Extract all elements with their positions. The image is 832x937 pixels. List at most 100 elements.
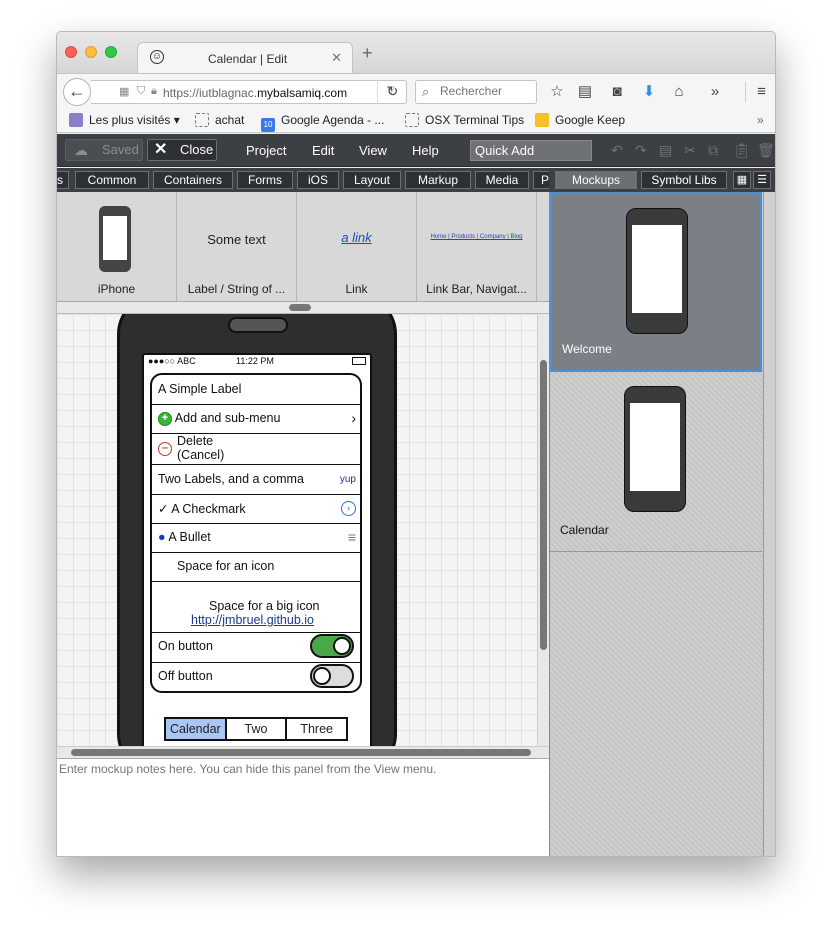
back-arrow-icon[interactable]: ←	[63, 78, 91, 106]
duplicate-icon[interactable]: ▤	[659, 142, 672, 159]
menu-edit[interactable]: Edit	[312, 143, 334, 158]
cut-icon[interactable]: ✂	[684, 142, 696, 159]
tab-media[interactable]: Media	[475, 171, 529, 189]
segment-calendar[interactable]: Calendar	[166, 719, 227, 739]
list-item[interactable]: – Delete (Cancel)	[152, 434, 360, 465]
list-item[interactable]: ● A Bullet ≡	[152, 524, 360, 553]
more-bookmarks-icon[interactable]: »	[757, 113, 764, 127]
close-tab-icon[interactable]: ✕	[331, 50, 342, 66]
component-label[interactable]: Some text Label / String of ...	[177, 192, 297, 301]
home-icon[interactable]: ⌂	[669, 82, 689, 102]
page-icon	[195, 113, 209, 127]
bookmarks-bar: Les plus visités ▾ achat 10 Google Agenda…	[57, 109, 775, 133]
tab-markup[interactable]: Markup	[405, 171, 471, 189]
menu-view[interactable]: View	[359, 143, 387, 158]
list-item[interactable]: Space for an icon	[152, 553, 360, 582]
iphone-frame[interactable]: ●●●○○ ABC 11:22 PM A Simple Label + Add …	[117, 314, 397, 746]
zoom-window-button[interactable]	[105, 46, 117, 58]
segment-two[interactable]: Two	[227, 719, 288, 739]
bookmark-star-icon[interactable]: ☆	[547, 82, 567, 102]
redo-icon[interactable]: ↷	[635, 142, 647, 159]
github-link[interactable]: http://jmbruel.github.io	[191, 613, 314, 627]
mockup-canvas[interactable]: ●●●○○ ABC 11:22 PM A Simple Label + Add …	[57, 314, 537, 746]
segment-three[interactable]: Three	[287, 719, 346, 739]
bookmark-most-visited[interactable]: Les plus visités ▾	[69, 113, 180, 127]
add-circle-icon: +	[158, 411, 172, 426]
bullet-icon: ●	[158, 530, 166, 544]
checkmark-icon: ✓	[158, 502, 169, 516]
tab-layout[interactable]: Layout	[343, 171, 401, 189]
on-toggle[interactable]	[310, 634, 354, 658]
reader-view-icon[interactable]: ▦	[119, 85, 129, 98]
paste-icon[interactable]: 📋︎	[733, 142, 751, 159]
mockup-thumb-welcome[interactable]: Welcome	[550, 192, 762, 372]
bookmark-achat[interactable]: achat	[195, 113, 244, 127]
mockup-thumb-calendar[interactable]: Calendar	[550, 372, 762, 552]
browser-tab[interactable]: ☺ Calendar | Edit ✕	[137, 42, 353, 73]
segmented-control[interactable]: Calendar Two Three	[164, 717, 348, 741]
smiley-favicon-icon: ☺	[150, 50, 164, 64]
mockups-panel-scrollbar[interactable]	[763, 192, 775, 856]
tab-bar: ☺ Calendar | Edit ✕ +	[57, 32, 775, 73]
list-item[interactable]: On button	[152, 633, 360, 663]
url-bar[interactable]: ▦ ⛉ 🔒︎ https://iutblagnac.mybalsamiq.com…	[91, 80, 407, 104]
shield-icon[interactable]: ⛉	[137, 85, 145, 98]
search-bar[interactable]: ⌕	[415, 80, 537, 104]
iphone-thumbnail-icon	[99, 206, 131, 272]
component-link-bar[interactable]: Home | Products | Company | Blog Link Ba…	[417, 192, 537, 301]
bookmark-osx-terminal[interactable]: OSX Terminal Tips	[405, 113, 524, 127]
pocket-icon[interactable]: ◙	[607, 82, 627, 102]
canvas-vertical-scrollbar[interactable]	[537, 314, 549, 746]
list-item[interactable]: A Simple Label	[152, 375, 360, 405]
component-iphone[interactable]: iPhone	[57, 192, 177, 301]
copy-icon[interactable]: ⧉	[708, 142, 718, 159]
tab-mockups[interactable]: Mockups	[555, 171, 637, 189]
menu-project[interactable]: Project	[246, 143, 286, 158]
reload-icon[interactable]: ↻	[377, 80, 407, 104]
tab-symbol-libs[interactable]: Symbol Libs	[641, 171, 727, 189]
list-view-icon[interactable]: ☰	[753, 171, 771, 189]
overflow-chevron-icon[interactable]: »	[705, 82, 725, 102]
off-toggle[interactable]	[310, 664, 354, 688]
search-input[interactable]	[440, 84, 534, 98]
close-window-button[interactable]	[65, 46, 77, 58]
reading-list-icon[interactable]: ▤	[575, 82, 595, 102]
tab-containers[interactable]: Containers	[153, 171, 233, 189]
list-item[interactable]: Two Labels, and a comma yup	[152, 465, 360, 495]
component-strip-scrollbar[interactable]	[57, 302, 549, 314]
tab-forms[interactable]: Forms	[237, 171, 293, 189]
list-item[interactable]: Space for a big icon http://jmbruel.gith…	[152, 582, 360, 633]
notes-panel	[57, 758, 549, 856]
minimize-window-button[interactable]	[85, 46, 97, 58]
menu-help[interactable]: Help	[412, 143, 439, 158]
bookmark-google-agenda[interactable]: 10 Google Agenda - ...	[261, 113, 384, 132]
component-link[interactable]: a link Link	[297, 192, 417, 301]
iphone-screen: ●●●○○ ABC 11:22 PM A Simple Label + Add …	[142, 353, 372, 746]
trash-icon[interactable]: 🗑︎	[757, 142, 775, 159]
list-item[interactable]: Off button	[152, 663, 360, 691]
list-item[interactable]: ✓ A Checkmark ›	[152, 495, 360, 524]
grid-view-icon[interactable]: ▦	[733, 171, 751, 189]
notes-field[interactable]	[57, 759, 549, 856]
tab-partial-right[interactable]: P	[533, 171, 549, 189]
tab-common[interactable]: Common	[75, 171, 149, 189]
url-text: https://iutblagnac.mybalsamiq.com	[163, 86, 348, 100]
new-tab-icon[interactable]: +	[362, 44, 373, 62]
list-item[interactable]: + Add and sub-menu ›	[152, 405, 360, 434]
mockups-panel: Welcome Calendar	[549, 192, 763, 856]
navigation-toolbar: ▦ ⛉ 🔒︎ https://iutblagnac.mybalsamiq.com…	[57, 73, 775, 109]
tab-partial-left[interactable]: s	[57, 171, 69, 189]
download-icon[interactable]: ⬇	[639, 82, 659, 102]
ios-list[interactable]: A Simple Label + Add and sub-menu › – De…	[150, 373, 362, 693]
saved-button[interactable]: ☁ Saved	[65, 139, 143, 161]
lightbulb-icon	[535, 113, 549, 127]
quick-add-input[interactable]	[470, 140, 592, 161]
canvas-horizontal-scrollbar[interactable]	[57, 746, 549, 758]
bookmark-google-keep[interactable]: Google Keep	[535, 113, 625, 127]
label-sample: Some text	[207, 232, 266, 247]
undo-icon[interactable]: ↶	[611, 142, 623, 159]
phone-thumbnail-icon	[624, 386, 686, 512]
tab-ios[interactable]: iOS	[297, 171, 339, 189]
hamburger-menu-icon[interactable]: ≡	[745, 82, 771, 102]
close-button[interactable]: ✕ Close	[147, 139, 217, 161]
